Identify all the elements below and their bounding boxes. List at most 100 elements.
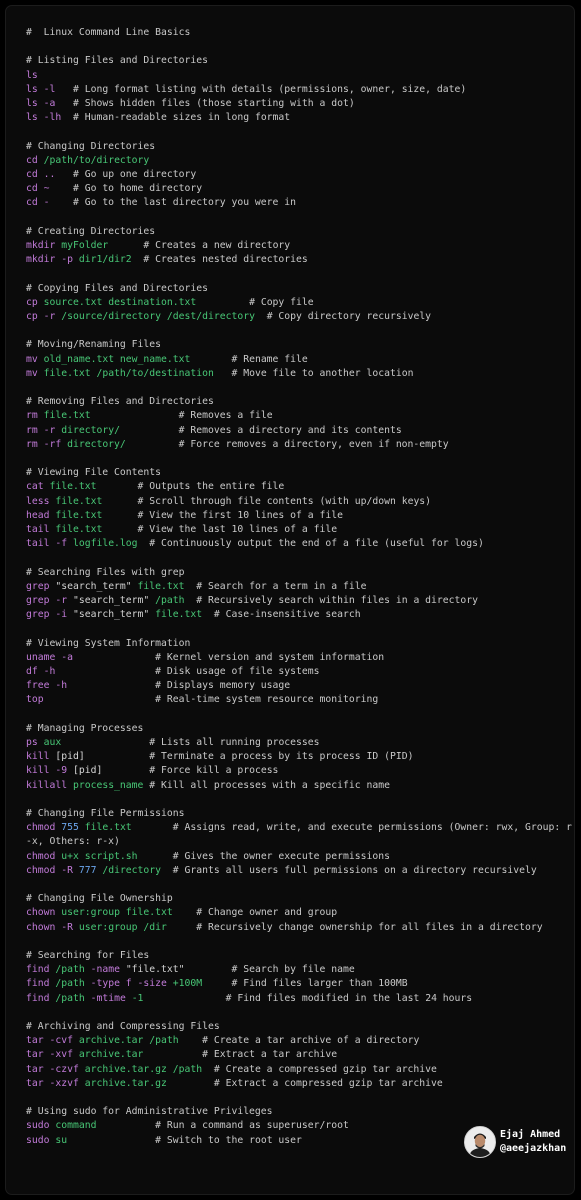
code-line: kill -9 [pid] # Force kill a process: [26, 764, 576, 778]
code-comment: # Scroll through file contents (with up/…: [102, 495, 432, 507]
code-command: -mtime: [84, 992, 132, 1004]
code-comment: # Viewing File Contents: [26, 467, 162, 479]
code-line: # Copying Files and Directories: [26, 282, 576, 296]
code-argument: /directory: [102, 864, 162, 876]
code-line: tar -cvf archive.tar /path # Create a ta…: [26, 1034, 576, 1048]
code-argument: directory/: [61, 424, 120, 436]
code-line: mv file.txt /path/to/destination # Move …: [26, 367, 576, 381]
code-command: grep -i: [26, 609, 73, 621]
code-argument: /path/to/directory: [43, 154, 150, 166]
code-command: uname -a: [26, 651, 73, 663]
code-comment: # Go to home directory: [49, 183, 203, 195]
code-argument: /path: [155, 595, 185, 606]
code-command: rm -rf: [26, 438, 68, 450]
code-command: cp: [26, 296, 44, 308]
code-command: cd ~: [26, 183, 50, 195]
code-line: # Viewing File Contents: [26, 466, 576, 480]
code-comment: # Change owner and group: [172, 907, 338, 919]
code-argument: archive.tar.gz: [84, 1077, 167, 1089]
code-command: mkdir: [26, 240, 62, 251]
code-argument: /source/directory /dest/directory: [61, 311, 255, 322]
code-comment: # Searching Files with grep: [26, 566, 185, 578]
code-comment: # Removing Files and Directories: [26, 396, 214, 408]
code-comment: # Run a command as superuser/root: [96, 1120, 349, 1132]
code-line: cd - # Go to the last directory you were…: [26, 196, 576, 210]
code-line: # Removing Files and Directories: [26, 395, 576, 409]
code-argument: logfile.log: [72, 538, 138, 550]
code-line: grep -i "search_term" file.txt # Case-in…: [26, 608, 576, 622]
code-line: tar -xzvf archive.tar.gz # Extract a com…: [26, 1077, 576, 1091]
code-command: top: [26, 694, 44, 706]
code-line: rm -rf directory/ # Force removes a dire…: [26, 438, 576, 452]
code-command: kill: [26, 751, 56, 763]
code-comment: # Managing Processes: [26, 722, 144, 734]
code-command: grep: [26, 580, 56, 592]
code-line: tar -czvf archive.tar.gz /path # Create …: [26, 1063, 576, 1077]
code-block: # Linux Command Line Basics # Listing Fil…: [26, 26, 576, 1148]
code-string: "search_term": [72, 595, 156, 606]
code-comment: # Searching for Files: [26, 950, 150, 961]
code-command: grep -r: [26, 595, 73, 606]
code-line: # Using sudo for Administrative Privileg…: [26, 1105, 576, 1119]
code-line: ls -l # Long format listing with details…: [26, 83, 576, 97]
code-line: cd .. # Go up one directory: [26, 168, 576, 182]
code-command: ls -lh: [26, 112, 62, 124]
code-line: # Linux Command Line Basics: [26, 26, 576, 40]
code-argument: /path: [55, 978, 85, 990]
code-argument: myFolder: [61, 240, 109, 251]
code-comment: # Create a compressed gzip tar archive: [202, 1063, 437, 1075]
code-comment: # Long format listing with details (perm…: [55, 83, 467, 95]
code-line: chmod -R 777 /directory # Grants all use…: [26, 864, 576, 878]
code-comment: # Rename file: [190, 353, 308, 365]
code-comment: # Removes a directory and its contents: [119, 424, 402, 436]
code-command: find: [26, 978, 56, 990]
code-comment: # Disk usage of file systems: [55, 666, 320, 677]
code-line: cp -r /source/directory /dest/directory …: [26, 310, 576, 324]
code-argument: archive.tar: [78, 1049, 144, 1061]
code-comment: # Search for a term in a file: [184, 580, 367, 592]
code-command: chown -R: [26, 921, 79, 933]
code-comment: # Kill all processes with a specific nam…: [143, 779, 390, 791]
code-line: cd ~ # Go to home directory: [26, 182, 576, 196]
code-command: chmod -R: [26, 864, 79, 876]
code-argument: user:group file.txt: [61, 907, 173, 919]
code-line: find /path -name "file.txt" # Search by …: [26, 963, 576, 977]
code-line: chmod u+x script.sh # Gives the owner ex…: [26, 850, 576, 864]
code-line: killall process_name # Kill all processe…: [26, 779, 576, 793]
code-line: rm -r directory/ # Removes a directory a…: [26, 424, 576, 438]
code-argument: file.txt: [137, 580, 185, 592]
code-comment: # Recursively search within files in a d…: [184, 595, 479, 606]
code-line: rm file.txt # Removes a file: [26, 409, 576, 423]
code-comment: # Creating Directories: [26, 225, 156, 237]
code-line: # Archiving and Compressing Files: [26, 1020, 576, 1034]
code-line: find /path -mtime -1 # Find files modifi…: [26, 992, 576, 1006]
code-line: less file.txt # Scroll through file cont…: [26, 495, 576, 509]
code-argument: file.txt: [49, 481, 97, 493]
code-comment: # Creates a new directory: [108, 240, 291, 251]
code-command: cd: [26, 154, 44, 166]
code-command: chmod: [26, 850, 62, 862]
code-comment: # Viewing System Information: [26, 637, 191, 649]
code-command: kill -9: [26, 765, 73, 777]
code-line: # Changing File Ownership: [26, 892, 576, 906]
code-line: # Creating Directories: [26, 225, 576, 239]
code-number: 777: [78, 864, 103, 876]
code-line: # Searching Files with grep: [26, 566, 576, 580]
code-command: cd ..: [26, 169, 56, 180]
code-panel: # Linux Command Line Basics # Listing Fil…: [5, 5, 575, 1195]
code-comment: # Go to the last directory you were in: [49, 197, 297, 209]
code-argument: /path: [55, 964, 85, 976]
code-comment: # Case-insensitive search: [202, 609, 361, 621]
code-command: tar -cvf: [26, 1035, 79, 1047]
code-line: # Changing Directories: [26, 140, 576, 154]
code-argument: file.txt: [155, 609, 203, 621]
